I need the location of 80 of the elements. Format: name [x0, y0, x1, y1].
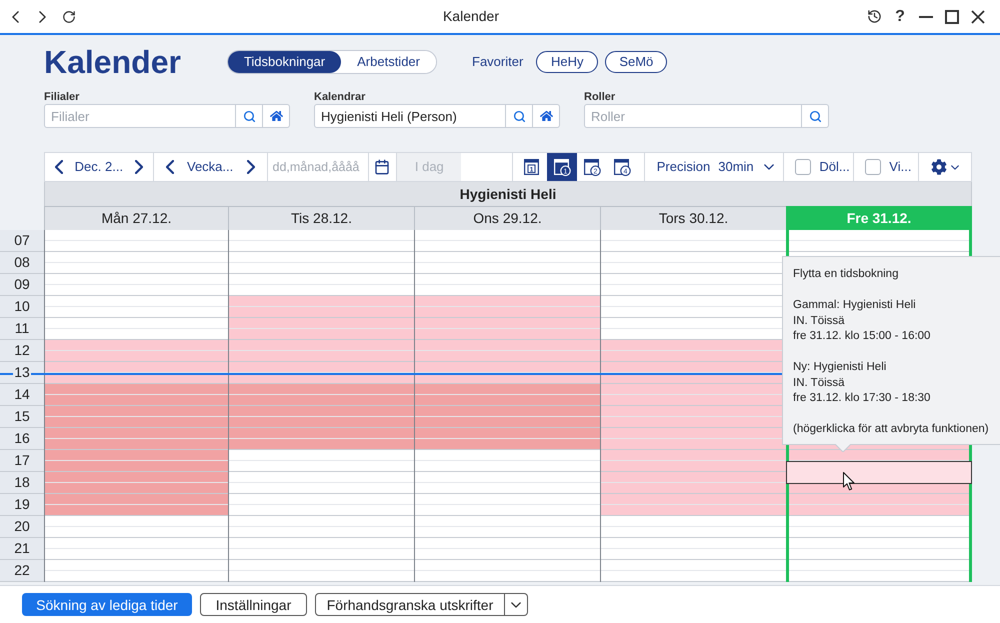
hour-label: 13 — [13, 365, 31, 380]
favorite-chip[interactable]: HeHy — [536, 50, 598, 72]
tooltip-line: fre 31.12. klo 17:30 - 18:30 — [793, 391, 930, 406]
tooltip-title: Flytta en tidsbokning — [793, 267, 898, 282]
chevron-right-icon — [38, 10, 46, 22]
hour-label: 15 — [13, 409, 31, 424]
calendar-icon — [374, 159, 390, 175]
checkbox-label: Vi... — [889, 158, 912, 176]
tooltip-hint: (högerklicka för att avbryta funktionen) — [793, 422, 989, 437]
filter-field[interactable]: Roller — [584, 104, 802, 128]
page-title: Kalender — [44, 46, 181, 78]
hour-label: 09 — [13, 277, 31, 292]
print-preview-button[interactable]: Förhandsgranska utskrifter — [315, 593, 505, 616]
hour-label: 18 — [13, 475, 31, 490]
chevron-left-icon — [55, 160, 63, 174]
search-icon — [242, 110, 256, 122]
hour-label: 21 — [13, 541, 31, 556]
tooltip-line: IN. Töissä — [793, 314, 845, 328]
chevron-right-icon — [134, 160, 143, 174]
resource-name: Hygienisti Heli — [460, 184, 556, 204]
checkbox[interactable] — [795, 159, 812, 175]
filter-label: Kalendrar — [314, 90, 366, 104]
day-column-header[interactable]: Tis 28.12. — [228, 206, 414, 230]
chevron-right-icon — [246, 160, 254, 174]
chevron-down-icon — [951, 164, 960, 170]
day-column-header[interactable]: Tors 30.12. — [600, 206, 786, 230]
day-column-header[interactable]: Mån 27.12. — [44, 206, 228, 230]
favorite-chip[interactable]: SeMö — [605, 50, 668, 72]
checkbox-label: Döl... — [819, 158, 850, 176]
home-icon — [540, 110, 552, 122]
filter-field[interactable]: Filialer — [44, 104, 236, 128]
search-button[interactable] — [236, 104, 263, 128]
hour-label: 20 — [13, 519, 31, 534]
print-options-button[interactable] — [505, 593, 528, 616]
hour-label: 08 — [13, 255, 31, 270]
hour-label: 19 — [13, 497, 31, 512]
month-selector[interactable]: Dec. 2... — [74, 157, 124, 177]
hour-label: 16 — [13, 431, 31, 446]
favorites-label: Favoriter — [472, 52, 524, 71]
hour-label: 12 — [13, 343, 31, 358]
hour-label: 07 — [13, 233, 31, 248]
tooltip-line: fre 31.12. klo 15:00 - 16:00 — [793, 329, 930, 344]
filter-field[interactable]: Hygienisti Heli (Person) — [314, 104, 506, 128]
hour-label: 14 — [13, 387, 31, 402]
search-icon — [512, 110, 526, 122]
home-button[interactable] — [263, 104, 290, 128]
hour-label: 17 — [13, 453, 31, 468]
settings-text-button[interactable]: Inställningar — [200, 593, 307, 616]
search-button[interactable] — [802, 104, 829, 128]
precision-dropdown[interactable]: Precision 30min — [644, 153, 784, 181]
refresh-icon — [62, 10, 76, 24]
filter-label: Roller — [584, 90, 616, 104]
checkbox[interactable] — [865, 159, 882, 175]
close-icon — [971, 10, 985, 24]
home-icon — [270, 110, 282, 122]
week-selector[interactable]: Vecka... — [187, 157, 234, 177]
tooltip-line: Ny: Hygienisti Heli — [793, 360, 886, 375]
home-button[interactable] — [533, 104, 560, 128]
tooltip-line: IN. Töissä — [793, 376, 845, 390]
hour-label: 11 — [14, 321, 30, 336]
filter-label: Filialer — [44, 90, 80, 104]
maximize-icon — [945, 10, 959, 24]
chevron-down-icon — [511, 602, 521, 608]
chevron-left-icon — [166, 160, 174, 174]
history-icon — [866, 9, 882, 24]
hour-label: 22 — [13, 563, 31, 578]
day-column-header[interactable]: Ons 29.12. — [414, 206, 600, 230]
chevron-left-icon — [12, 10, 18, 22]
search-icon — [808, 110, 822, 122]
minimize-icon — [919, 16, 933, 18]
view-tab[interactable]: Tidsbokningar — [228, 50, 342, 72]
settings-icon — [931, 159, 948, 175]
hour-label: 10 — [13, 299, 31, 314]
mouse-pointer-icon — [843, 472, 855, 491]
chevron-down-icon — [764, 164, 774, 170]
tooltip-line: Gammal: Hygienisti Heli — [793, 298, 916, 313]
search-button[interactable] — [506, 104, 533, 128]
window-title: Kalender — [442, 7, 500, 26]
search-available-times-button[interactable]: Sökning av lediga tider — [22, 593, 192, 616]
help-button[interactable]: ? — [889, 6, 911, 28]
